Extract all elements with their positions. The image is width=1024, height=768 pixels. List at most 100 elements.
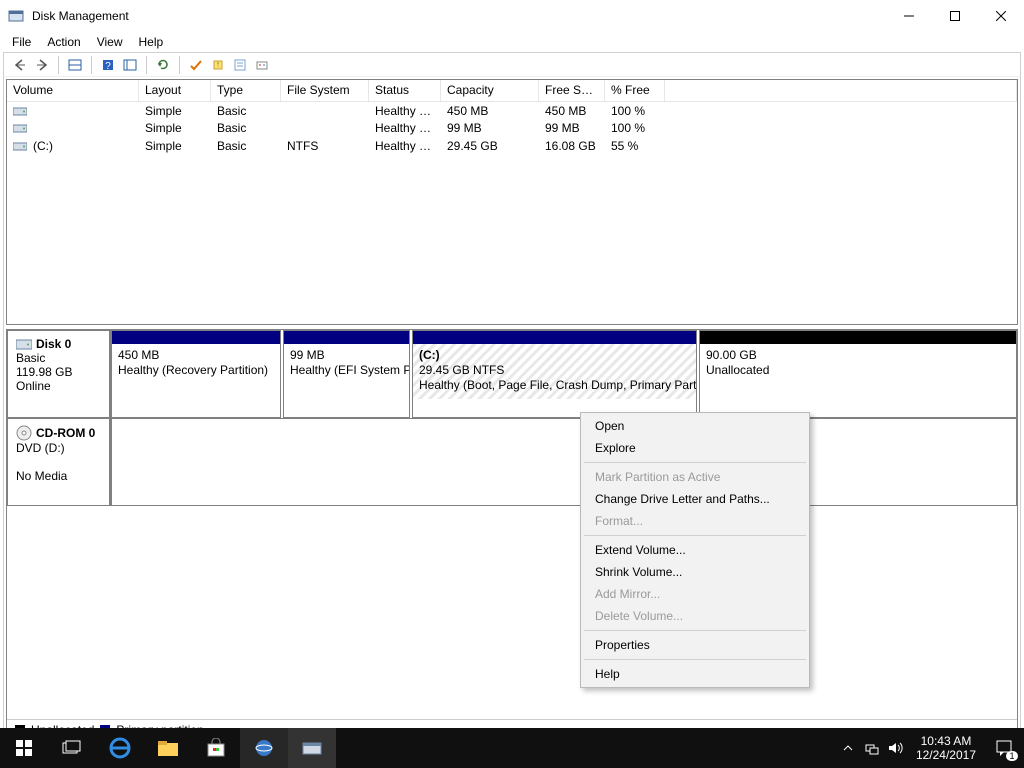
volume-status: Healthy (E... — [369, 121, 441, 135]
volume-type: Basic — [211, 139, 281, 153]
svg-text:?: ? — [105, 61, 111, 72]
show-hide-pane-button[interactable] — [65, 55, 85, 75]
col-pctfree[interactable]: % Free — [605, 80, 665, 101]
tray-volume-icon[interactable] — [884, 728, 908, 768]
volume-free: 450 MB — [539, 104, 605, 118]
col-layout[interactable]: Layout — [139, 80, 211, 101]
toolbar: ? ↑ — [4, 53, 1020, 77]
col-free[interactable]: Free Spa... — [539, 80, 605, 101]
partition-bar — [413, 331, 696, 344]
partition-bar — [700, 331, 1016, 344]
disk-type: Basic — [16, 351, 101, 365]
start-button[interactable] — [0, 728, 48, 768]
volume-row[interactable]: SimpleBasicHealthy (R...450 MB450 MB100 … — [7, 102, 1017, 120]
volume-capacity: 29.45 GB — [441, 139, 539, 153]
volume-status: Healthy (B... — [369, 139, 441, 153]
tray-time: 10:43 AM — [916, 734, 976, 748]
taskbar-edge[interactable] — [96, 728, 144, 768]
menu-view[interactable]: View — [89, 33, 131, 51]
partition-bar — [284, 331, 409, 344]
window-title: Disk Management — [32, 9, 886, 23]
ctx-delete-volume: Delete Volume... — [583, 605, 807, 627]
taskbar-diskmgmt[interactable] — [288, 728, 336, 768]
properties-button[interactable] — [230, 55, 250, 75]
volume-type: Basic — [211, 104, 281, 118]
refresh-button[interactable] — [153, 55, 173, 75]
context-menu: Open Explore Mark Partition as Active Ch… — [580, 412, 810, 688]
forward-button[interactable] — [32, 55, 52, 75]
wizard-button[interactable] — [252, 55, 272, 75]
col-volume[interactable]: Volume — [7, 80, 139, 101]
partition-status: Healthy (Boot, Page File, Crash Dump, Pr… — [419, 378, 690, 393]
tray-clock[interactable]: 10:43 AM 12/24/2017 — [908, 734, 984, 762]
col-capacity[interactable]: Capacity — [441, 80, 539, 101]
cdrom-row: CD-ROM 0DVD (D:) No Media — [7, 418, 1017, 506]
ctx-help[interactable]: Help — [583, 663, 807, 685]
tray-badge: 1 — [1006, 751, 1017, 761]
disk-info[interactable]: Disk 0Basic119.98 GBOnline — [7, 330, 111, 418]
volume-pctfree: 100 % — [605, 121, 665, 135]
volume-layout: Simple — [139, 139, 211, 153]
partition-letter: (C:) — [419, 348, 690, 363]
col-filesystem[interactable]: File System — [281, 80, 369, 101]
tray-chevron-up-icon[interactable] — [836, 728, 860, 768]
taskbar-store[interactable] — [192, 728, 240, 768]
disk-size: 119.98 GB — [16, 365, 101, 379]
tray-action-center[interactable]: 1 — [984, 728, 1024, 768]
disk-row: Disk 0Basic119.98 GBOnline450 MBHealthy … — [7, 330, 1017, 418]
partition-size: 90.00 GB — [706, 348, 1010, 363]
volume-filesystem: NTFS — [281, 139, 369, 153]
col-status[interactable]: Status — [369, 80, 441, 101]
disk-graphic-pane: Disk 0Basic119.98 GBOnline450 MBHealthy … — [6, 329, 1018, 740]
maximize-button[interactable] — [932, 0, 978, 32]
minimize-button[interactable] — [886, 0, 932, 32]
partition-status: Healthy (Recovery Partition) — [118, 363, 274, 378]
ctx-mark-active: Mark Partition as Active — [583, 466, 807, 488]
volume-pctfree: 55 % — [605, 139, 665, 153]
col-type[interactable]: Type — [211, 80, 281, 101]
svg-text:↑: ↑ — [216, 59, 221, 69]
partition-status: Healthy (EFI System P — [290, 363, 403, 378]
app-icon — [8, 8, 24, 24]
ctx-shrink-volume[interactable]: Shrink Volume... — [583, 561, 807, 583]
menu-action[interactable]: Action — [39, 33, 88, 51]
help-button[interactable]: ? — [98, 55, 118, 75]
ctx-properties[interactable]: Properties — [583, 634, 807, 656]
volume-pctfree: 100 % — [605, 104, 665, 118]
settings-button[interactable] — [120, 55, 140, 75]
partition[interactable]: 450 MBHealthy (Recovery Partition) — [111, 330, 281, 418]
partition-status: Unallocated — [706, 363, 1010, 378]
volume-layout: Simple — [139, 121, 211, 135]
taskbar: 10:43 AM 12/24/2017 1 — [0, 728, 1024, 768]
volume-capacity: 450 MB — [441, 104, 539, 118]
taskbar-explorer[interactable] — [144, 728, 192, 768]
taskbar-app1[interactable] — [240, 728, 288, 768]
disk-state: Online — [16, 379, 101, 393]
ctx-change-drive-letter[interactable]: Change Drive Letter and Paths... — [583, 488, 807, 510]
partition-size: 450 MB — [118, 348, 274, 363]
ctx-extend-volume[interactable]: Extend Volume... — [583, 539, 807, 561]
task-view-button[interactable] — [48, 728, 96, 768]
partition-size: 99 MB — [290, 348, 403, 363]
partition[interactable]: 99 MBHealthy (EFI System P — [283, 330, 410, 418]
disk-state: No Media — [16, 469, 101, 483]
volume-free: 16.08 GB — [539, 139, 605, 153]
volume-row[interactable]: SimpleBasicHealthy (E...99 MB99 MB100 % — [7, 120, 1017, 138]
ctx-add-mirror: Add Mirror... — [583, 583, 807, 605]
ctx-format: Format... — [583, 510, 807, 532]
close-button[interactable] — [978, 0, 1024, 32]
menu-help[interactable]: Help — [131, 33, 172, 51]
back-button[interactable] — [10, 55, 30, 75]
ctx-open[interactable]: Open — [583, 415, 807, 437]
menu-file[interactable]: File — [4, 33, 39, 51]
partition[interactable]: 90.00 GBUnallocated — [699, 330, 1017, 418]
disk-info[interactable]: CD-ROM 0DVD (D:) No Media — [7, 418, 111, 506]
new-button[interactable]: ↑ — [208, 55, 228, 75]
volume-row[interactable]: (C:)SimpleBasicNTFSHealthy (B...29.45 GB… — [7, 137, 1017, 155]
disk-type: DVD (D:) — [16, 441, 101, 455]
tray-network-icon[interactable] — [860, 728, 884, 768]
partition[interactable]: (C:)29.45 GB NTFSHealthy (Boot, Page Fil… — [412, 330, 697, 418]
ctx-explore[interactable]: Explore — [583, 437, 807, 459]
disk-label: CD-ROM 0 — [36, 426, 95, 440]
apply-button[interactable] — [186, 55, 206, 75]
